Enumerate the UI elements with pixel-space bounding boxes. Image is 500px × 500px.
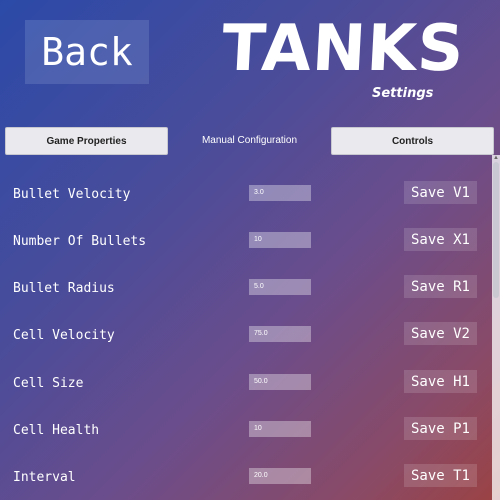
save-v2-button[interactable]: Save V2 (404, 322, 477, 345)
save-h1-button[interactable]: Save H1 (404, 370, 477, 393)
setting-label: Number Of Bullets (13, 234, 147, 249)
interval-input[interactable]: 20.0 (249, 468, 311, 484)
tab-manual-configuration[interactable]: Manual Configuration (169, 127, 330, 153)
save-r1-button[interactable]: Save R1 (404, 275, 477, 298)
setting-row-cell-size: Cell Size 50.0 Save H1 (0, 370, 490, 400)
cell-health-input[interactable]: 10 (249, 421, 311, 437)
setting-label: Cell Velocity (13, 328, 115, 343)
setting-row-cell-health: Cell Health 10 Save P1 (0, 417, 490, 447)
setting-label: Cell Size (13, 376, 84, 391)
setting-row-bullet-velocity: Bullet Velocity 3.0 Save V1 (0, 181, 490, 211)
setting-label: Bullet Velocity (13, 187, 131, 202)
setting-label: Cell Health (13, 423, 100, 438)
save-x1-button[interactable]: Save X1 (404, 228, 477, 251)
save-p1-button[interactable]: Save P1 (404, 417, 477, 440)
scrollbar-thumb[interactable] (493, 162, 499, 298)
cell-velocity-input[interactable]: 75.0 (249, 326, 311, 342)
setting-row-bullet-radius: Bullet Radius 5.0 Save R1 (0, 275, 490, 305)
setting-row-number-of-bullets: Number Of Bullets 10 Save X1 (0, 228, 490, 258)
cell-size-input[interactable]: 50.0 (249, 374, 311, 390)
back-button[interactable]: Back (25, 20, 149, 84)
setting-label: Bullet Radius (13, 281, 115, 296)
setting-row-cell-velocity: Cell Velocity 75.0 Save V2 (0, 322, 490, 352)
scroll-up-arrow-icon[interactable]: ▲ (492, 154, 500, 162)
tab-bar: Game Properties Manual Configuration Con… (3, 127, 494, 155)
bullet-velocity-input[interactable]: 3.0 (249, 185, 311, 201)
page-subtitle: Settings (372, 86, 434, 101)
tab-game-properties[interactable]: Game Properties (5, 127, 168, 155)
game-title: TANKS (220, 12, 467, 86)
tab-controls[interactable]: Controls (331, 127, 494, 155)
save-t1-button[interactable]: Save T1 (404, 464, 477, 487)
setting-row-interval: Interval 20.0 Save T1 (0, 464, 490, 494)
save-v1-button[interactable]: Save V1 (404, 181, 477, 204)
number-of-bullets-input[interactable]: 10 (249, 232, 311, 248)
settings-panel: Bullet Velocity 3.0 Save V1 Number Of Bu… (0, 155, 490, 500)
setting-label: Interval (13, 470, 76, 485)
bullet-radius-input[interactable]: 5.0 (249, 279, 311, 295)
